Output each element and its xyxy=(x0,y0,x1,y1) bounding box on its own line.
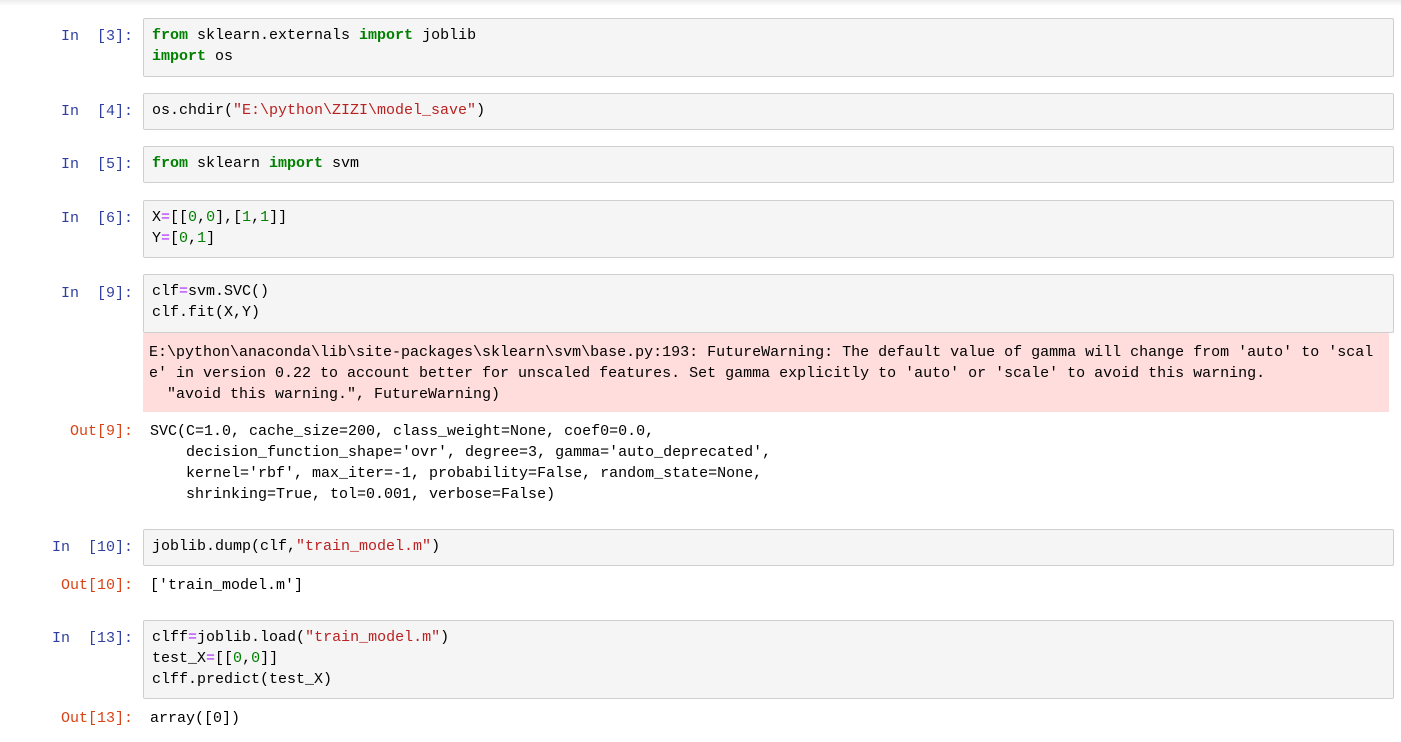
output-line: ['train_model.m'] xyxy=(150,577,304,594)
code-token: sklearn xyxy=(188,155,270,172)
stderr-warning-output: E:\python\anaconda\lib\site-packages\skl… xyxy=(143,333,1389,412)
code-token: os.chdir( xyxy=(152,102,234,119)
code-token: ) xyxy=(431,538,441,555)
code-string: "E:\python\ZIZI\model_save" xyxy=(233,102,477,119)
code-line[interactable]: clf.fit(X,Y) xyxy=(152,302,1385,323)
code-line[interactable]: import os xyxy=(152,46,1385,67)
code-token: clff xyxy=(152,629,189,646)
in-prompt: In [9]: xyxy=(60,285,133,302)
code-token: [[ xyxy=(215,650,234,667)
code-cell-input[interactable]: from sklearn import svm xyxy=(143,146,1394,183)
code-number: 1 xyxy=(242,209,252,226)
code-line[interactable]: os.chdir("E:\python\ZIZI\model_save") xyxy=(152,100,1385,121)
code-token: joblib.dump(clf, xyxy=(152,538,297,555)
code-token: test_X xyxy=(152,650,207,667)
in-prompt: In [4]: xyxy=(60,103,133,120)
in-prompt: In [3]: xyxy=(60,28,133,45)
code-token: ]] xyxy=(260,650,279,667)
code-number: 1 xyxy=(260,209,270,226)
code-cell-input[interactable]: joblib.dump(clf,"train_model.m") xyxy=(143,529,1394,566)
code-token: X xyxy=(152,209,162,226)
stderr-line: e' in version 0.22 to account better for… xyxy=(149,365,1266,382)
code-operator: = xyxy=(161,209,171,226)
code-string: "train_model.m" xyxy=(296,538,432,555)
code-token: svm xyxy=(323,155,360,172)
out-prompt: Out[10]: xyxy=(60,577,133,594)
code-token: ]] xyxy=(269,209,288,226)
code-token: , xyxy=(251,209,261,226)
code-line[interactable]: from sklearn.externals import joblib xyxy=(152,25,1385,46)
code-token: sklearn.externals xyxy=(188,27,360,44)
code-cell-input[interactable]: os.chdir("E:\python\ZIZI\model_save") xyxy=(143,93,1394,130)
code-token: , xyxy=(188,230,198,247)
output-line: decision_function_shape='ovr', degree=3,… xyxy=(150,444,772,461)
code-token: svm.SVC() xyxy=(188,283,270,300)
code-cell-input[interactable]: clff=joblib.load("train_model.m") test_X=… xyxy=(143,620,1394,699)
code-token: clf xyxy=(152,283,180,300)
code-token: ) xyxy=(440,629,450,646)
output-line: SVC(C=1.0, cache_size=200, class_weight=… xyxy=(150,423,655,440)
notebook-top-shadow xyxy=(0,0,1401,6)
code-number: 0 xyxy=(179,230,189,247)
code-token: , xyxy=(197,209,207,226)
code-number: 0 xyxy=(188,209,198,226)
cell-output: SVC(C=1.0, cache_size=200, class_weight=… xyxy=(150,421,1390,505)
code-token: ) xyxy=(476,102,486,119)
code-token: clff.predict(test_X) xyxy=(152,671,333,688)
output-line: array([0]) xyxy=(150,710,241,727)
output-line: shrinking=True, tol=0.001, verbose=False… xyxy=(150,486,556,503)
code-cell-input[interactable]: clf=svm.SVC() clf.fit(X,Y) xyxy=(143,274,1394,333)
in-prompt: In [6]: xyxy=(60,210,133,227)
in-prompt: In [13]: xyxy=(51,630,133,647)
code-token: [[ xyxy=(170,209,189,226)
code-operator: = xyxy=(188,629,198,646)
code-line[interactable]: clff=joblib.load("train_model.m") xyxy=(152,627,1385,648)
code-number: 1 xyxy=(197,230,207,247)
code-line[interactable]: clf=svm.SVC() xyxy=(152,281,1385,302)
code-cell-input[interactable]: from sklearn.externals import joblib impo… xyxy=(143,18,1394,77)
code-number: 0 xyxy=(251,650,261,667)
code-token: [ xyxy=(170,230,180,247)
code-operator: = xyxy=(206,650,216,667)
in-prompt: In [5]: xyxy=(60,156,133,173)
code-line[interactable]: X=[[0,0],[1,1]] xyxy=(152,207,1385,228)
code-token: , xyxy=(242,650,252,667)
output-line: kernel='rbf', max_iter=-1, probability=F… xyxy=(150,465,763,482)
code-token: ],[ xyxy=(215,209,243,226)
code-number: 0 xyxy=(206,209,216,226)
code-token: Y xyxy=(152,230,162,247)
code-line[interactable]: Y=[0,1] xyxy=(152,228,1385,249)
code-line[interactable]: test_X=[[0,0]] xyxy=(152,648,1385,669)
code-keyword: from xyxy=(152,27,189,44)
code-token: clf.fit(X,Y) xyxy=(152,304,261,321)
out-prompt: Out[9]: xyxy=(69,423,133,440)
code-token: joblib.load( xyxy=(197,629,306,646)
code-line[interactable]: joblib.dump(clf,"train_model.m") xyxy=(152,536,1385,557)
code-keyword: import xyxy=(152,48,207,65)
code-token: joblib xyxy=(413,27,477,44)
stderr-line: E:\python\anaconda\lib\site-packages\skl… xyxy=(149,344,1374,361)
code-line[interactable]: clff.predict(test_X) xyxy=(152,669,1385,690)
stderr-line: "avoid this warning.", FutureWarning) xyxy=(149,386,501,403)
cell-output: ['train_model.m'] xyxy=(150,575,1390,596)
code-keyword: import xyxy=(269,155,324,172)
code-token: ] xyxy=(206,230,216,247)
cell-output: array([0]) xyxy=(150,708,1390,729)
code-operator: = xyxy=(179,283,189,300)
code-line[interactable]: from sklearn import svm xyxy=(152,153,1385,174)
code-cell-input[interactable]: X=[[0,0],[1,1]] Y=[0,1] xyxy=(143,200,1394,258)
code-operator: = xyxy=(161,230,171,247)
code-string: "train_model.m" xyxy=(305,629,441,646)
out-prompt: Out[13]: xyxy=(60,710,133,727)
code-number: 0 xyxy=(233,650,243,667)
in-prompt: In [10]: xyxy=(51,539,133,556)
code-keyword: from xyxy=(152,155,189,172)
code-token: os xyxy=(206,48,234,65)
code-keyword: import xyxy=(359,27,414,44)
